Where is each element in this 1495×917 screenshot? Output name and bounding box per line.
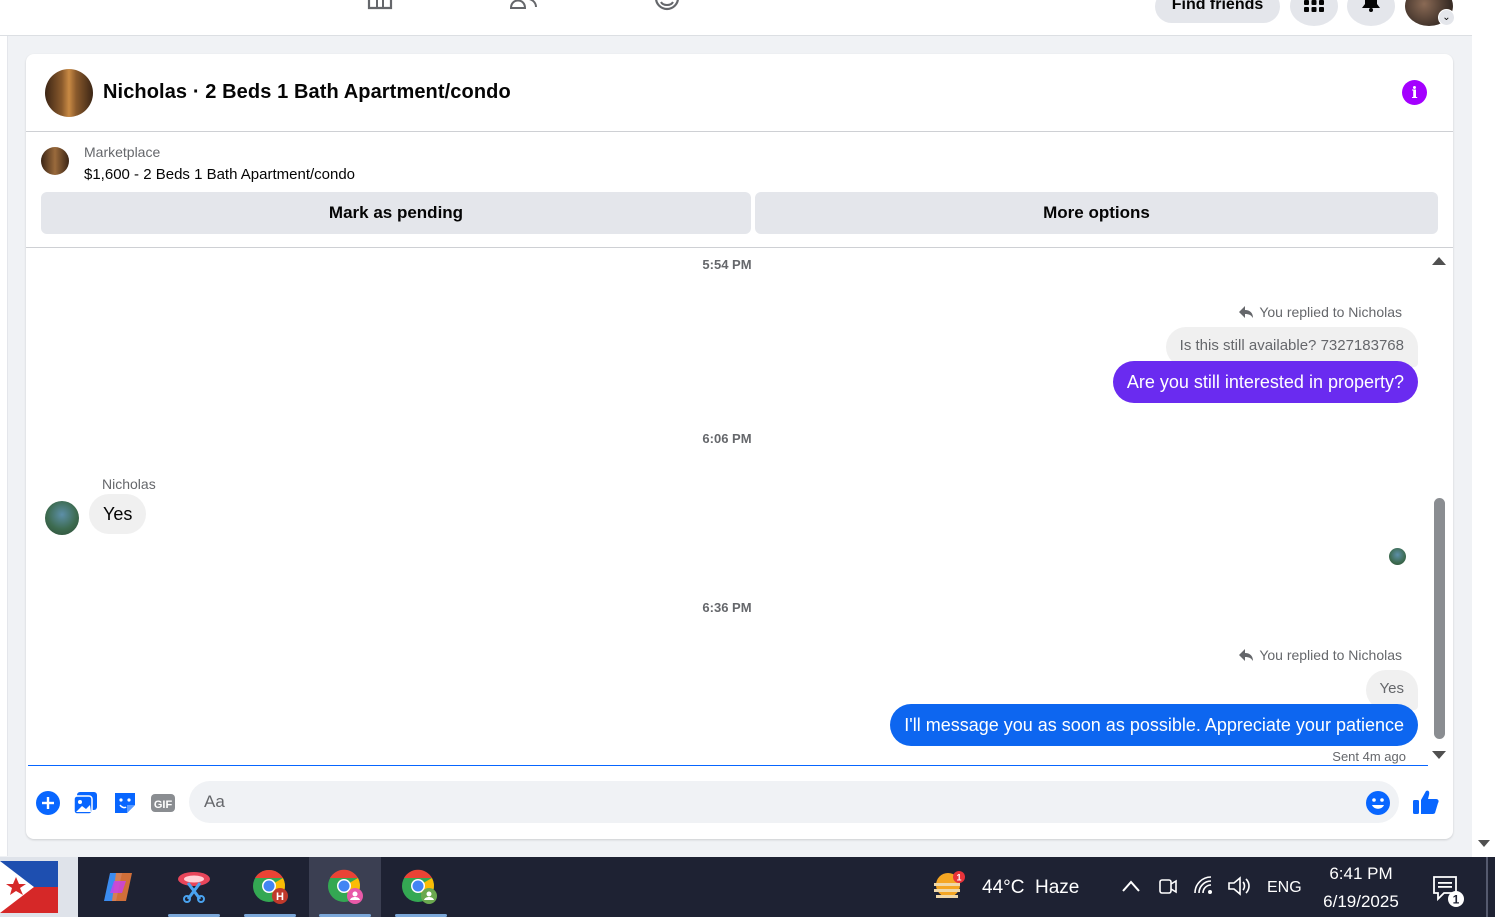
sender-name: Nicholas	[102, 476, 156, 492]
profile-letter: H	[276, 891, 284, 903]
chrome-icon	[402, 869, 437, 904]
plus-icon[interactable]	[35, 790, 61, 816]
weather-haze-icon[interactable]: 1	[932, 871, 966, 901]
sticker-icon[interactable]	[112, 790, 138, 816]
windows-taskbar: H 1 44°C Haze ENG 6:41 PM 6/19/2025 1	[0, 857, 1495, 917]
left-panel-edge	[0, 36, 8, 856]
clock-time[interactable]: 6:41 PM	[1318, 864, 1404, 884]
listing-price-title[interactable]: $1,600 - 2 Beds 1 Bath Apartment/condo	[84, 166, 355, 183]
chat-title[interactable]: Nicholas · 2 Beds 1 Bath Apartment/condo	[103, 81, 511, 104]
emoji-icon[interactable]	[1365, 790, 1391, 816]
weather-alert-count: 1	[956, 873, 961, 883]
home-icon[interactable]	[366, 0, 394, 16]
read-receipt-avatar	[1389, 548, 1406, 565]
find-friends-button[interactable]: Find friends	[1155, 0, 1280, 23]
notification-center-icon[interactable]: 1	[1432, 873, 1466, 907]
taskbar-snipping-tool[interactable]	[158, 857, 230, 917]
friends-icon[interactable]	[509, 0, 537, 16]
message-thread[interactable]: 5:54 PM You replied to Nicholas Is this …	[26, 249, 1453, 766]
reply-context-label: You replied to Nicholas	[1259, 647, 1402, 663]
reply-arrow-icon	[1239, 649, 1254, 661]
facebook-top-nav: Find friends ⌄	[0, 0, 1472, 36]
scroll-down-arrow-icon[interactable]	[1432, 751, 1446, 759]
flag-widget[interactable]	[0, 857, 78, 917]
notifications-button[interactable]	[1347, 0, 1395, 26]
thumbs-up-icon[interactable]	[1412, 788, 1440, 816]
photo-icon[interactable]	[73, 790, 99, 816]
weather-text[interactable]: 44°C Haze	[982, 877, 1079, 899]
timestamp: 6:36 PM	[702, 600, 752, 615]
outgoing-message[interactable]: I'll message you as soon as possible. Ap…	[890, 704, 1418, 746]
taskbar-chrome-profile[interactable]	[385, 857, 457, 917]
sent-status: Sent 4m ago	[1332, 749, 1406, 764]
mark-as-pending-button[interactable]: Mark as pending	[41, 192, 751, 234]
timestamp: 5:54 PM	[702, 257, 752, 272]
page-scrollbar[interactable]	[1472, 0, 1495, 857]
chat-header: Nicholas · 2 Beds 1 Bath Apartment/condo…	[26, 54, 1453, 132]
listing-source-label: Marketplace	[84, 144, 161, 160]
marketplace-listing-banner: Marketplace $1,600 - 2 Beds 1 Bath Apart…	[26, 133, 1453, 248]
groups-icon[interactable]	[653, 0, 681, 16]
reply-context-label: You replied to Nicholas	[1259, 304, 1402, 320]
snipping-tool-icon	[178, 872, 210, 903]
chevron-down-icon: ⌄	[1438, 9, 1455, 26]
grid-menu-icon	[1304, 0, 1324, 12]
listing-avatar[interactable]	[45, 69, 93, 117]
account-avatar[interactable]: ⌄	[1405, 0, 1455, 26]
show-desktop-button[interactable]	[1486, 857, 1488, 917]
info-icon[interactable]: i	[1402, 80, 1427, 105]
reply-context: You replied to Nicholas	[1239, 647, 1402, 663]
reply-arrow-icon	[1239, 306, 1254, 318]
flag-icon	[0, 861, 58, 913]
copilot-icon	[104, 873, 132, 901]
scroll-up-arrow-icon[interactable]	[1432, 257, 1446, 265]
input-language[interactable]: ENG	[1267, 879, 1302, 897]
taskbar-copilot[interactable]	[82, 857, 154, 917]
incoming-message[interactable]: Yes	[89, 494, 147, 534]
gif-icon[interactable]: GIF	[150, 790, 176, 816]
menu-button[interactable]	[1290, 0, 1338, 26]
message-composer: GIF	[26, 766, 1453, 839]
chrome-icon: H	[253, 869, 288, 904]
outgoing-message[interactable]: Are you still interested in property?	[1112, 361, 1418, 403]
meet-now-icon[interactable]	[1158, 875, 1178, 897]
chevron-up-icon[interactable]	[1121, 875, 1141, 897]
chrome-icon	[328, 869, 363, 904]
svg-text:GIF: GIF	[154, 799, 173, 811]
sender-avatar[interactable]	[45, 501, 79, 535]
reply-context: You replied to Nicholas	[1239, 304, 1402, 320]
notification-count: 1	[1453, 893, 1460, 907]
volume-icon[interactable]	[1227, 875, 1253, 897]
clock-date[interactable]: 6/19/2025	[1314, 892, 1408, 912]
wifi-icon[interactable]	[1193, 875, 1217, 897]
message-input[interactable]	[189, 781, 1399, 823]
chat-window: Nicholas · 2 Beds 1 Bath Apartment/condo…	[26, 54, 1453, 839]
scroll-down-arrow-icon[interactable]	[1478, 840, 1490, 847]
timestamp: 6:06 PM	[702, 431, 752, 446]
taskbar-chrome-h[interactable]: H	[234, 857, 306, 917]
bell-icon	[1362, 0, 1380, 12]
more-options-button[interactable]: More options	[755, 192, 1438, 234]
listing-thumbnail[interactable]	[41, 147, 69, 175]
scrollbar-thumb[interactable]	[1434, 498, 1445, 739]
taskbar-chrome-active[interactable]	[309, 857, 381, 917]
